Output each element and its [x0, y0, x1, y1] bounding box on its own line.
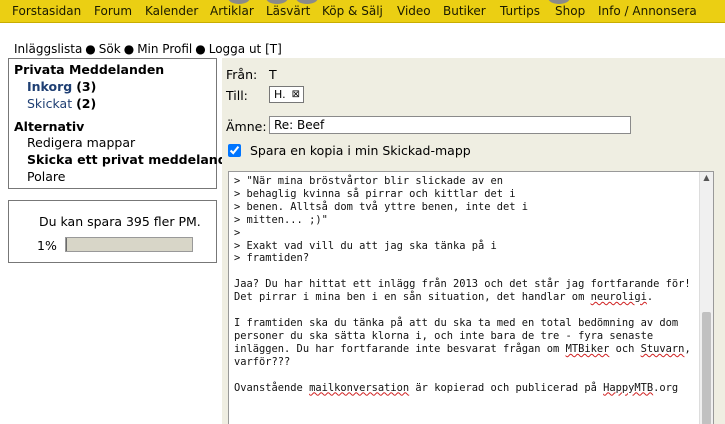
quota-text: Du kan spara 395 fler PM.: [39, 214, 201, 229]
alternatives-title: Alternativ: [14, 119, 85, 134]
message-line: personer du ska sätta klorna i, och inte…: [234, 329, 654, 342]
pm-sidebar: Privata Meddelanden Inkorg (3) Skickat (…: [8, 58, 235, 189]
message-line: Ovanstående mailkonversation är kopierad…: [234, 381, 679, 394]
separator-dot: ●: [195, 42, 206, 56]
scroll-up-arrow-icon[interactable]: ▲: [700, 172, 713, 184]
quota-progress-bar: [65, 237, 193, 252]
nav-item-kalender[interactable]: Kalender: [145, 4, 198, 18]
message-line: >: [234, 226, 241, 239]
quota-percent: 1%: [37, 238, 57, 253]
logout-link[interactable]: Logga ut [T]: [209, 42, 282, 56]
inbox-label: Inkorg: [27, 79, 73, 94]
message-line: > benen. Alltså dom två yttre benen, int…: [234, 200, 529, 213]
nav-item-forstasidan[interactable]: Forstasidan: [12, 4, 81, 18]
nav-item-lasvart[interactable]: Läsvärt: [266, 4, 310, 18]
top-navigation-bar: Forstasidan Forum Kalender Artiklar Läsv…: [0, 0, 725, 23]
nav-item-turtips[interactable]: Turtips: [500, 4, 540, 18]
scrollbar-thumb[interactable]: [702, 312, 711, 424]
compose-panel: Från: T Till: H. ⊠ Ämne: Spara en kopia …: [222, 58, 725, 424]
message-text[interactable]: > "När mina bröstvårtor blir slickade av…: [229, 172, 701, 424]
search-link[interactable]: Sök: [99, 42, 121, 56]
nav-item-butiker[interactable]: Butiker: [443, 4, 486, 18]
save-copy-checkbox[interactable]: [228, 144, 241, 157]
nav-item-forum[interactable]: Forum: [94, 4, 132, 18]
message-line: I framtiden ska du tänka på att du ska t…: [234, 316, 679, 329]
message-line: > mitten... ;)": [234, 213, 328, 226]
to-label: Till:: [226, 88, 248, 103]
nav-item-info-annonsera[interactable]: Info / Annonsera: [598, 4, 697, 18]
from-value: T: [269, 67, 277, 82]
sidebar-title: Privata Meddelanden: [14, 62, 165, 77]
message-line: Det pirrar i mina ben i en sån situation…: [234, 291, 654, 304]
message-line: > Exakt vad vill du att jag ska tänka på…: [234, 239, 497, 252]
subject-input[interactable]: [269, 116, 631, 134]
message-body-textarea[interactable]: > "När mina bröstvårtor blir slickade av…: [228, 171, 714, 424]
separator-dot: ●: [85, 42, 96, 56]
sidebar-item-friends[interactable]: Polare: [27, 169, 65, 184]
separator-dot: ●: [123, 42, 135, 56]
save-copy-label: Spara en kopia i min Skickad-mapp: [250, 143, 471, 158]
nav-item-artiklar[interactable]: Artiklar: [210, 4, 254, 18]
user-links-bar: Inläggslista ● Sök ● Min Profil ● Logga ut [T]: [14, 42, 282, 56]
quota-box: Du kan spara 395 fler PM. 1%: [8, 200, 217, 263]
message-line: inläggen. Du har fortfarande inte besvar…: [234, 342, 691, 355]
message-line: > "När mina bröstvårtor blir slickade av…: [234, 175, 503, 187]
nav-item-shop[interactable]: Shop: [555, 4, 585, 18]
nav-item-kop-salj[interactable]: Köp & Sälj: [322, 4, 383, 18]
inbox-list-link[interactable]: Inläggslista: [14, 42, 82, 56]
sidebar-item-edit-folders[interactable]: Redigera mappar: [27, 135, 135, 150]
sent-label: Skickat: [27, 96, 73, 111]
sidebar-item-inbox[interactable]: Inkorg (3): [27, 79, 96, 94]
inbox-count: (3): [76, 79, 97, 94]
message-scrollbar[interactable]: ▲: [699, 172, 713, 424]
quota-progress-fill: [66, 238, 68, 251]
message-line: > framtiden?: [234, 252, 310, 265]
sidebar-item-sent[interactable]: Skickat (2): [27, 96, 96, 111]
recipient-chip[interactable]: H. ⊠: [269, 86, 304, 103]
from-label: Från:: [226, 67, 258, 82]
sidebar-item-send-pm[interactable]: Skicka ett privat meddelande: [27, 152, 235, 167]
profile-link[interactable]: Min Profil: [137, 42, 192, 56]
subject-label: Ämne:: [226, 119, 267, 134]
message-line: varför???: [234, 355, 291, 368]
sent-count: (2): [76, 96, 97, 111]
recipient-name: H.: [274, 88, 286, 101]
nav-item-video[interactable]: Video: [397, 4, 431, 18]
message-line: > behaglig kvinna så pirrar och kittlar …: [234, 187, 516, 200]
remove-recipient-icon[interactable]: ⊠: [292, 87, 300, 102]
message-line: Jaa? Du har hittat ett inlägg från 2013 …: [234, 278, 691, 291]
